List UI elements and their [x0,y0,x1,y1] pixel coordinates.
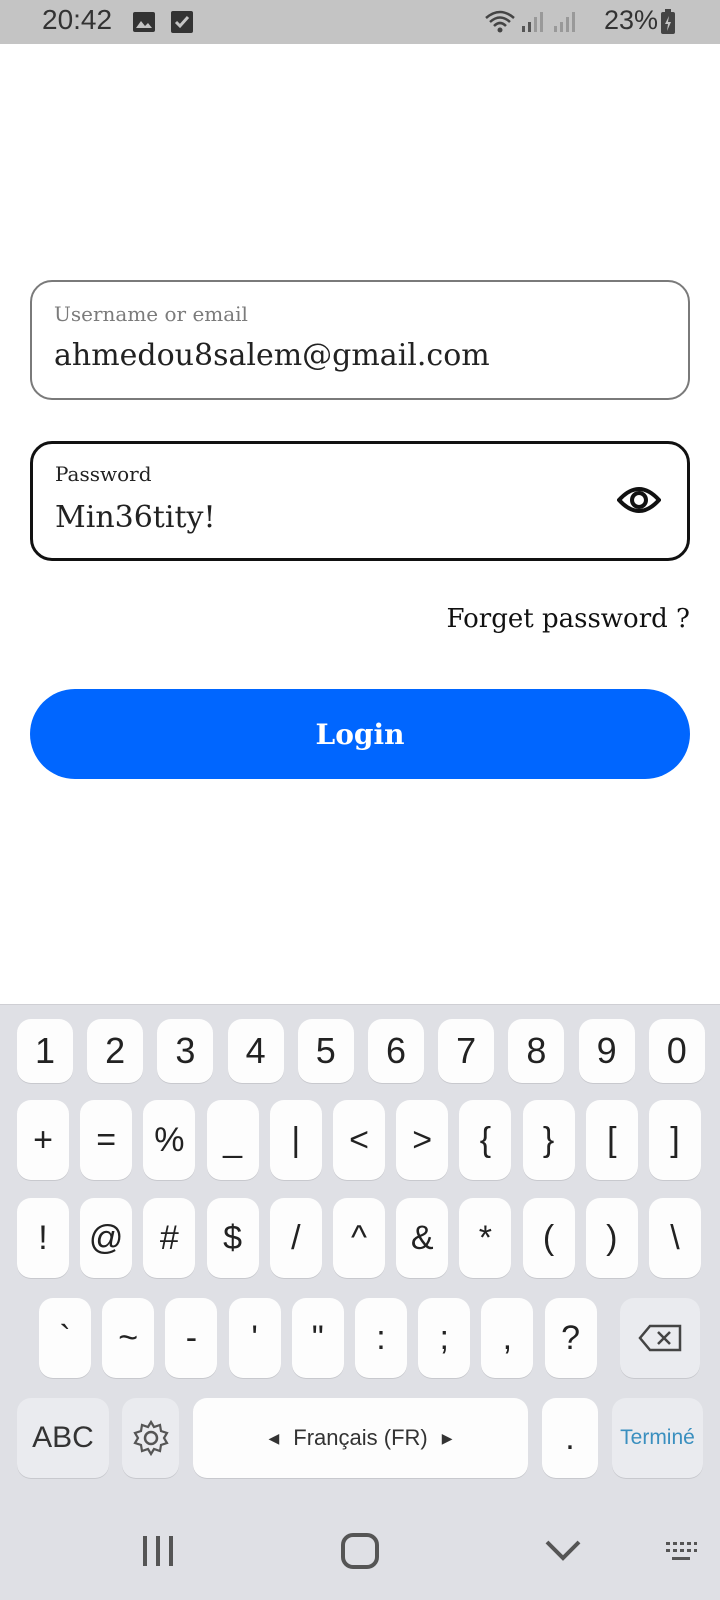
key-row1-3[interactable]: 4 [227,1019,284,1083]
backspace-key[interactable] [620,1298,700,1378]
password-label: Password [55,462,152,486]
space-key[interactable]: ◀ Français (FR) ▶ [193,1398,528,1478]
key-row3-1[interactable]: @ [80,1198,133,1278]
key-row2-4[interactable]: | [269,1100,322,1180]
status-bar: 20:42 23% [0,0,720,44]
key-row4-3[interactable]: ' [228,1298,281,1378]
key-row3-0[interactable]: ! [17,1198,69,1278]
key-row3-3[interactable]: $ [206,1198,259,1278]
password-field[interactable]: Password Min36tity! [30,441,690,561]
key-row4-2[interactable]: - [165,1298,218,1378]
key-row4-6[interactable]: ; [418,1298,471,1378]
username-label: Username or email [54,302,248,326]
battery-percent: 23% [604,5,659,35]
login-button[interactable]: Login [30,689,690,779]
key-row3-4[interactable]: / [269,1198,322,1278]
chevron-left-icon: ◀ [268,1429,280,1446]
wifi-icon [485,10,515,33]
space-language-label: Français (FR) [293,1425,428,1450]
key-row1-8[interactable]: 9 [578,1019,635,1083]
key-row2-8[interactable]: } [522,1100,575,1180]
key-row4-4[interactable]: " [291,1298,344,1378]
navigation-bar [0,1500,720,1600]
key-row2-2[interactable]: % [143,1100,196,1180]
forgot-password-link[interactable]: Forget password ? [447,604,690,634]
home-icon[interactable] [340,1532,380,1570]
key-row3-8[interactable]: ( [522,1198,575,1278]
key-row3-2[interactable]: # [143,1198,196,1278]
recents-icon[interactable] [140,1534,176,1568]
key-row2-3[interactable]: _ [206,1100,259,1180]
checkbox-icon [171,11,193,33]
username-field[interactable]: Username or email ahmedou8salem@gmail.co… [30,280,690,400]
key-row1-9[interactable]: 0 [648,1019,705,1083]
key-row4-7[interactable]: , [481,1298,534,1378]
gallery-icon [133,12,155,32]
key-row4-8[interactable]: ? [544,1298,597,1378]
key-row2-7[interactable]: { [459,1100,512,1180]
key-row2-10[interactable]: ] [649,1100,701,1180]
username-value[interactable]: ahmedou8salem@gmail.com [54,338,490,373]
key-row1-7[interactable]: 8 [508,1019,565,1083]
password-value[interactable]: Min36tity! [55,500,216,535]
key-row1-0[interactable]: 1 [17,1019,73,1083]
abc-key[interactable]: ABC [17,1398,109,1478]
key-row4-5[interactable]: : [355,1298,407,1378]
done-key[interactable]: Terminé [612,1398,703,1478]
settings-key[interactable] [122,1398,179,1478]
status-time: 20:42 [42,4,113,35]
eye-icon[interactable] [617,482,661,518]
key-row2-6[interactable]: > [396,1100,449,1180]
battery-charging-icon [661,9,675,34]
key-row1-4[interactable]: 5 [297,1019,354,1083]
backspace-icon [638,1324,682,1352]
period-key[interactable]: . [542,1398,598,1478]
key-row3-9[interactable]: ) [585,1198,638,1278]
key-row3-10[interactable]: \ [649,1198,701,1278]
key-row2-5[interactable]: < [333,1100,385,1180]
settings-icon [132,1419,169,1457]
back-icon[interactable] [544,1538,582,1562]
keyboard-icon[interactable] [664,1540,698,1564]
key-row3-7[interactable]: * [459,1198,512,1278]
key-row4-0[interactable]: ` [39,1298,91,1378]
key-row1-1[interactable]: 2 [87,1019,144,1083]
key-row3-5[interactable]: ^ [333,1198,385,1278]
signal-icon [522,12,543,32]
key-row2-9[interactable]: [ [585,1100,638,1180]
key-row1-6[interactable]: 7 [438,1019,495,1083]
signal-icon [554,12,575,32]
key-row4-1[interactable]: ~ [102,1298,155,1378]
key-row1-2[interactable]: 3 [157,1019,214,1083]
key-row3-6[interactable]: & [396,1198,449,1278]
chevron-right-icon: ▶ [441,1429,453,1446]
key-row2-0[interactable]: + [17,1100,69,1180]
key-row1-5[interactable]: 6 [368,1019,424,1083]
key-row2-1[interactable]: = [80,1100,133,1180]
